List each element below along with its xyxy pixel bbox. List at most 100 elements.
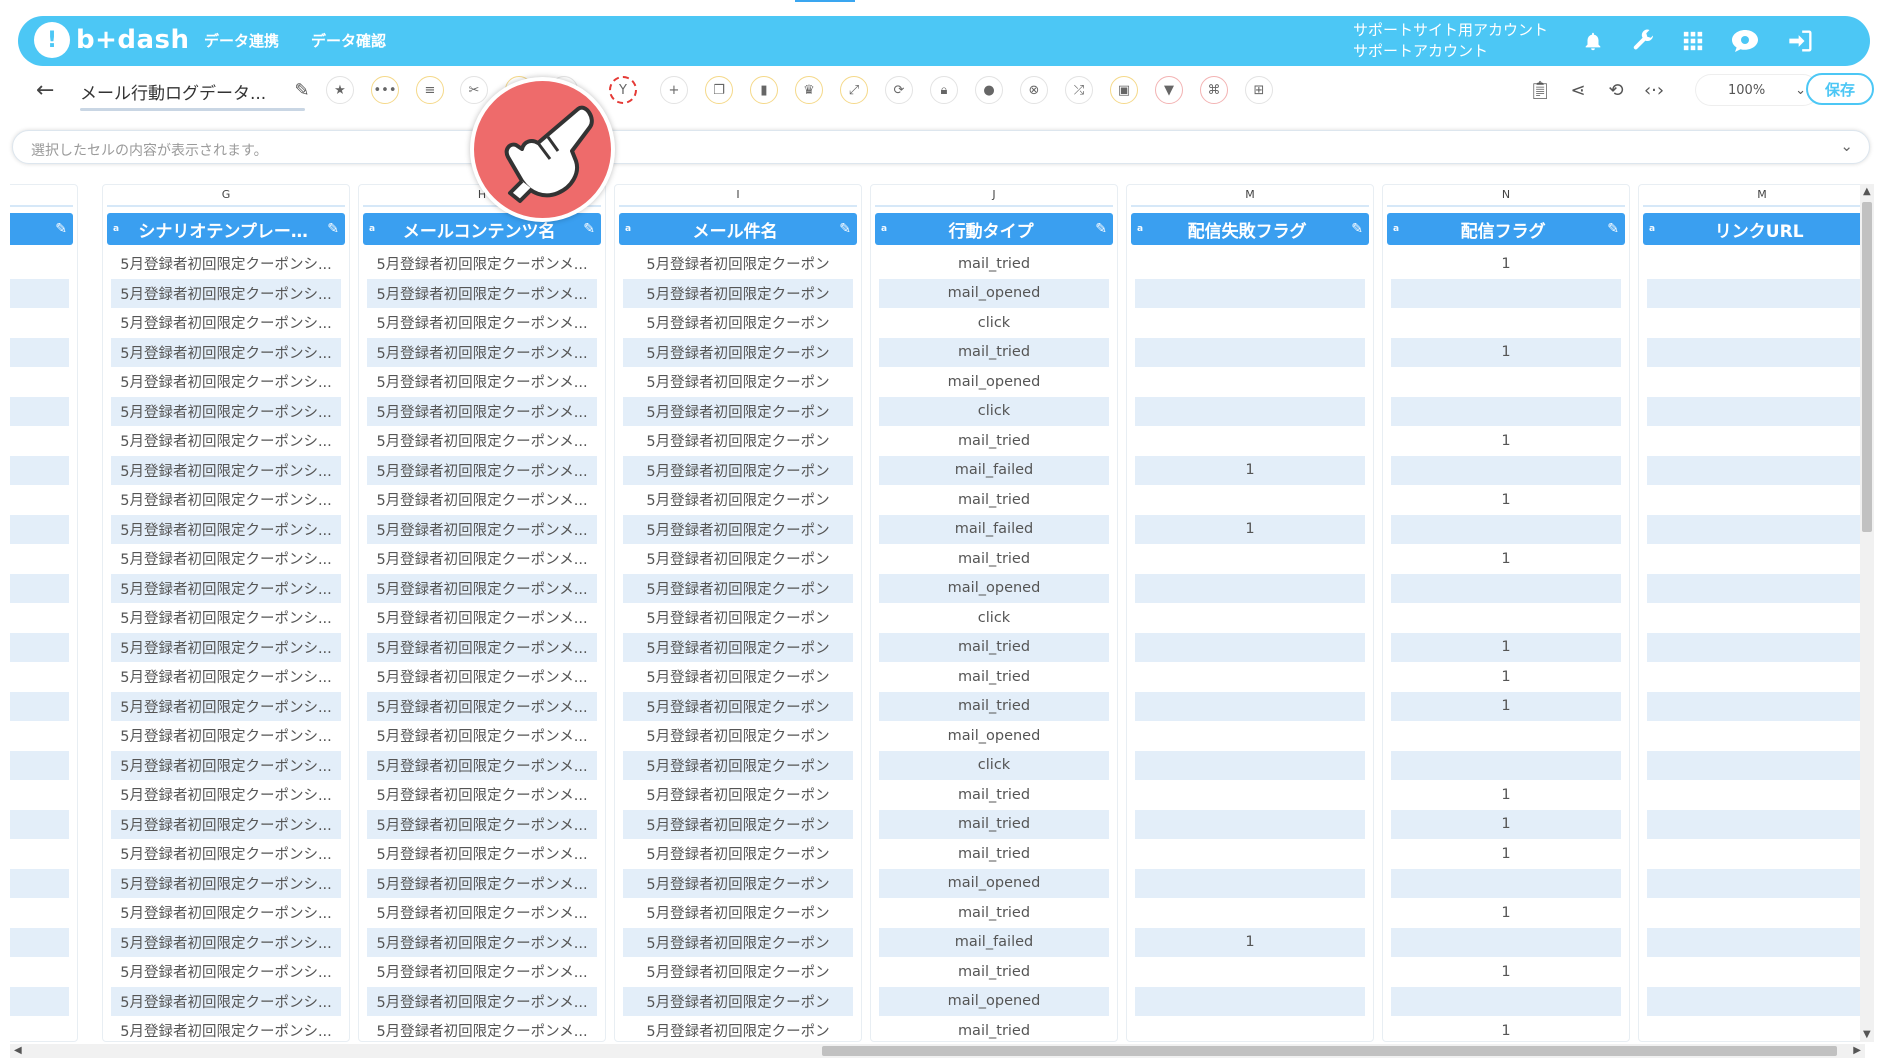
table-cell[interactable]: 00	[10, 1016, 69, 1041]
table-cell[interactable]	[1135, 278, 1365, 308]
table-cell[interactable]: 00	[10, 544, 69, 574]
table-cell[interactable]: 5月登録者初回限定クーポン	[623, 337, 853, 367]
table-cell[interactable]: 5月登録者初回限定クーポンシ...	[111, 514, 341, 544]
table-cell[interactable]	[1135, 249, 1365, 279]
back-arrow-icon[interactable]: ←	[36, 78, 54, 103]
table-cell[interactable]: 5月登録者初回限定クーポンシ...	[111, 367, 341, 397]
table-cell[interactable]: 1	[1391, 957, 1621, 987]
table-cell[interactable]: 5月登録者初回限定クーポンシ...	[111, 278, 341, 308]
table-cell[interactable]: 00	[10, 337, 69, 367]
table-cell[interactable]	[1647, 868, 1865, 898]
table-cell[interactable]: mail_tried	[879, 898, 1109, 928]
table-cell[interactable]	[1647, 249, 1865, 279]
table-cell[interactable]: 5月登録者初回限定クーポン	[623, 1016, 853, 1041]
table-cell[interactable]: 5月登録者初回限定クーポン	[623, 868, 853, 898]
table-cell[interactable]: 5月登録者初回限定クーポン	[623, 249, 853, 279]
table-cell[interactable]: 00	[10, 868, 69, 898]
chevron-down-icon[interactable]: ⌄	[1840, 137, 1853, 155]
crown-icon[interactable]: ♛	[795, 76, 823, 104]
table-cell[interactable]	[1647, 750, 1865, 780]
table-cell[interactable]	[1135, 721, 1365, 751]
scroll-down-arrow-icon[interactable]: ▼	[1863, 1029, 1871, 1040]
table-cell[interactable]: 5月登録者初回限定クーポンシ...	[111, 721, 341, 751]
table-cell[interactable]: 00	[10, 278, 69, 308]
save-button[interactable]: 保存	[1806, 73, 1874, 105]
edit-pencil-icon[interactable]: ✎	[55, 221, 67, 237]
table-cell[interactable]	[1647, 337, 1865, 367]
table-cell[interactable]	[1647, 544, 1865, 574]
table-cell[interactable]	[1135, 691, 1365, 721]
table-cell[interactable]: 5月登録者初回限定クーポンシ...	[111, 898, 341, 928]
table-cell[interactable]: 00	[10, 839, 69, 869]
table-cell[interactable]: mail_tried	[879, 485, 1109, 515]
column-header[interactable]: a 配信失敗フラグ ✎	[1131, 213, 1369, 245]
table-cell[interactable]: 5月登録者初回限定クーポンメ...	[367, 455, 597, 485]
column-header[interactable]: a メール件名 ✎	[619, 213, 857, 245]
table-cell[interactable]: 00	[10, 809, 69, 839]
refresh-loop-icon[interactable]: ⟳	[885, 76, 913, 104]
table-cell[interactable]: 1	[1391, 1016, 1621, 1041]
table-cell[interactable]: 1	[1391, 780, 1621, 810]
table-cell[interactable]	[1135, 485, 1365, 515]
copy-icon[interactable]: ❐	[705, 76, 733, 104]
table-cell[interactable]: 5月登録者初回限定クーポンメ...	[367, 868, 597, 898]
column-header[interactable]: aリンクURL✎	[1643, 213, 1865, 245]
scroll-right-arrow-icon[interactable]: ▶	[1853, 1045, 1861, 1056]
table-cell[interactable]: mail_tried	[879, 809, 1109, 839]
table-cell[interactable]: 5月登録者初回限定クーポン	[623, 780, 853, 810]
table-cell[interactable]	[1647, 809, 1865, 839]
column-letter[interactable]: M	[1643, 185, 1865, 207]
table-cell[interactable]: mail_tried	[879, 337, 1109, 367]
table-cell[interactable]: 5月登録者初回限定クーポン	[623, 721, 853, 751]
shuffle-icon[interactable]: ⤮	[1065, 76, 1093, 104]
table-cell[interactable]: 00	[10, 957, 69, 987]
table-cell[interactable]	[1391, 455, 1621, 485]
table-cell[interactable]	[1391, 986, 1621, 1016]
table-cell[interactable]: 00	[10, 632, 69, 662]
table-cell[interactable]	[1135, 868, 1365, 898]
table-cell[interactable]	[1647, 573, 1865, 603]
table-cell[interactable]	[1391, 514, 1621, 544]
table-cell[interactable]: 1	[1135, 927, 1365, 957]
table-cell[interactable]: 1	[1391, 662, 1621, 692]
table-cell[interactable]: 1	[1391, 632, 1621, 662]
table-cell[interactable]: 5月登録者初回限定クーポンシ...	[111, 986, 341, 1016]
table-cell[interactable]: 5月登録者初回限定クーポンメ...	[367, 662, 597, 692]
table-cell[interactable]	[1135, 544, 1365, 574]
table-cell[interactable]: 1	[1391, 249, 1621, 279]
table-cell[interactable]: 5月登録者初回限定クーポンシ...	[111, 839, 341, 869]
table-cell[interactable]: 5月登録者初回限定クーポン	[623, 898, 853, 928]
table-cell[interactable]: mail_tried	[879, 426, 1109, 456]
apps-grid-icon[interactable]	[1678, 26, 1708, 56]
table-cell[interactable]: mail_tried	[879, 249, 1109, 279]
table-cell[interactable]: 5月登録者初回限定クーポンシ...	[111, 632, 341, 662]
table-cell[interactable]: 5月登録者初回限定クーポンメ...	[367, 839, 597, 869]
column-letter[interactable]: N	[1387, 185, 1625, 207]
table-settings-icon[interactable]: ▣	[1110, 76, 1138, 104]
column-header[interactable]: a シナリオテンプレー… ✎	[107, 213, 345, 245]
table-cell[interactable]: click	[879, 603, 1109, 633]
account-info[interactable]: サポートサイト用アカウント サポートアカウント	[1353, 20, 1548, 62]
table-cell[interactable]: 5月登録者初回限定クーポン	[623, 662, 853, 692]
chat-icon[interactable]	[1730, 26, 1760, 56]
table-cell[interactable]: 5月登録者初回限定クーポンシ...	[111, 308, 341, 338]
table-cell[interactable]: 5月登録者初回限定クーポンメ...	[367, 780, 597, 810]
table-cell[interactable]: mail_tried	[879, 691, 1109, 721]
code-icon[interactable]: ‹·›	[1640, 76, 1668, 104]
table-cell[interactable]: mail_opened	[879, 868, 1109, 898]
table-cell[interactable]: 5月登録者初回限定クーポン	[623, 632, 853, 662]
table-cell[interactable]: 5月登録者初回限定クーポン	[623, 691, 853, 721]
edit-pencil-icon[interactable]: ✎	[1351, 221, 1363, 237]
table-cell[interactable]: 5月登録者初回限定クーポン	[623, 514, 853, 544]
table-cell[interactable]: 5月登録者初回限定クーポンシ...	[111, 455, 341, 485]
table-cell[interactable]: mail_failed	[879, 514, 1109, 544]
edit-pencil-icon[interactable]: ✎	[1095, 221, 1107, 237]
table-cell[interactable]: 5月登録者初回限定クーポンメ...	[367, 367, 597, 397]
table-cell[interactable]: 5月登録者初回限定クーポン	[623, 396, 853, 426]
table-cell[interactable]	[1135, 337, 1365, 367]
horizontal-scrollbar[interactable]: ◀ ▶	[10, 1044, 1865, 1058]
table-cell[interactable]: 1	[1391, 485, 1621, 515]
horizontal-scroll-thumb[interactable]	[822, 1046, 1837, 1056]
table-cell[interactable]: 5月登録者初回限定クーポンメ...	[367, 308, 597, 338]
table-cell[interactable]: 5月登録者初回限定クーポンメ...	[367, 632, 597, 662]
